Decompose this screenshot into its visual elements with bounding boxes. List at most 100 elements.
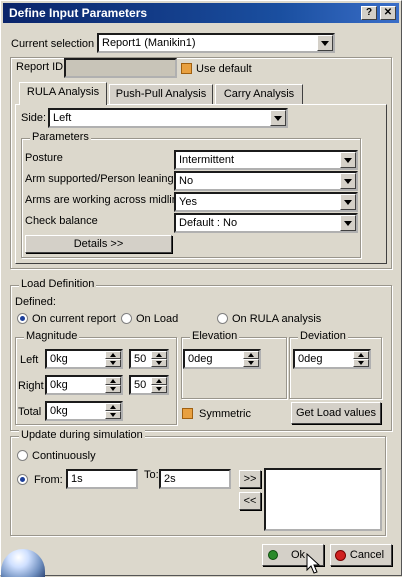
globe-icon (1, 549, 45, 577)
spin-up-icon[interactable] (105, 377, 121, 385)
side-dropdown[interactable]: Left (48, 108, 288, 128)
arms-midline-dropdown[interactable]: Yes (174, 192, 358, 212)
continuously-radio[interactable] (17, 450, 28, 461)
spin-down-icon[interactable] (151, 385, 167, 393)
get-load-values-button[interactable]: Get Load values (291, 402, 381, 424)
add-to-list-label: >> (243, 473, 257, 485)
time-list[interactable] (264, 468, 382, 531)
tab-rula-analysis[interactable]: RULA Analysis (19, 82, 107, 105)
right-percent-field[interactable]: 50 (129, 375, 169, 395)
from-field[interactable]: 1s (66, 469, 138, 489)
from-value: 1s (71, 473, 83, 485)
spin-down-icon[interactable] (105, 411, 121, 419)
tab-label: Push-Pull Analysis (115, 88, 207, 100)
side-label: Side: (21, 112, 47, 124)
chevron-down-icon[interactable] (340, 194, 356, 210)
spin-down-icon[interactable] (105, 385, 121, 393)
remove-from-list-button[interactable]: << (239, 492, 261, 510)
left-percent-field[interactable]: 50 (129, 349, 169, 369)
on-load-radio[interactable] (121, 313, 132, 324)
left-percent-value: 50 (134, 353, 147, 365)
deviation-value: 0deg (298, 353, 323, 365)
on-load-label: On Load (136, 313, 179, 325)
total-load-spinner[interactable] (105, 403, 121, 419)
from-radio[interactable] (17, 474, 28, 485)
spin-up-icon[interactable] (151, 377, 167, 385)
on-rula-analysis-label: On RULA analysis (232, 313, 322, 325)
cancel-button[interactable]: Cancel (330, 544, 392, 566)
chevron-down-icon[interactable] (340, 215, 356, 231)
deviation-spinner[interactable] (353, 351, 369, 367)
left-percent-spinner[interactable] (151, 351, 167, 367)
current-selection-value: Report1 (Manikin1) (102, 37, 196, 49)
side-value: Left (53, 112, 72, 124)
arms-midline-value: Yes (179, 196, 197, 208)
spin-up-icon[interactable] (243, 351, 259, 359)
tab-push-pull-analysis[interactable]: Push-Pull Analysis (109, 84, 213, 104)
get-load-values-label: Get Load values (295, 407, 377, 419)
total-load-field[interactable]: 0kg (45, 401, 123, 421)
spin-down-icon[interactable] (105, 359, 121, 367)
check-balance-label: Check balance (25, 215, 98, 227)
spin-up-icon[interactable] (105, 351, 121, 359)
to-label: To: (144, 469, 159, 481)
spin-up-icon[interactable] (353, 351, 369, 359)
on-rula-analysis-radio[interactable] (217, 313, 228, 324)
cancel-label: Cancel (349, 549, 385, 561)
left-load-label: Left (20, 354, 39, 366)
add-to-list-button[interactable]: >> (239, 470, 261, 488)
right-percent-spinner[interactable] (151, 377, 167, 393)
arm-supported-dropdown[interactable]: No (174, 171, 358, 191)
spin-down-icon[interactable] (243, 359, 259, 367)
tab-carry-analysis[interactable]: Carry Analysis (215, 84, 303, 104)
right-load-spinner[interactable] (105, 377, 121, 393)
magnitude-title: Magnitude (24, 330, 80, 342)
help-button[interactable]: ? (361, 6, 377, 20)
right-load-label: Right (18, 380, 44, 392)
chevron-down-icon[interactable] (270, 110, 286, 126)
elevation-field[interactable]: 0deg (183, 349, 261, 369)
use-default-checkbox[interactable] (181, 63, 192, 74)
tab-label: RULA Analysis (26, 86, 100, 98)
current-selection-dropdown[interactable]: Report1 (Manikin1) (97, 33, 335, 53)
report-id-field[interactable] (64, 58, 177, 78)
use-default-label: Use default (196, 63, 252, 75)
title-bar[interactable]: Define Input Parameters ? ✕ (3, 3, 399, 23)
on-current-report-radio[interactable] (17, 313, 28, 324)
details-button[interactable]: Details >> (25, 235, 172, 253)
total-load-value: 0kg (50, 405, 68, 417)
dialog-window: Define Input Parameters ? ✕ Current sele… (0, 0, 402, 577)
from-label: From: (34, 474, 63, 486)
symmetric-checkbox[interactable] (182, 408, 193, 419)
right-load-value: 0kg (50, 379, 68, 391)
check-balance-value: Default : No (179, 217, 238, 229)
close-button[interactable]: ✕ (380, 6, 396, 20)
arm-supported-label: Arm supported/Person leaning (25, 173, 174, 185)
check-balance-dropdown[interactable]: Default : No (174, 213, 358, 233)
chevron-down-icon[interactable] (340, 173, 356, 189)
right-load-field[interactable]: 0kg (45, 375, 123, 395)
to-field[interactable]: 2s (159, 469, 231, 489)
deviation-field[interactable]: 0deg (293, 349, 371, 369)
chevron-down-icon[interactable] (340, 152, 356, 168)
defined-label: Defined: (15, 296, 56, 308)
report-id-label: Report ID: (16, 61, 67, 73)
details-label: Details >> (73, 238, 124, 250)
elevation-title: Elevation (190, 330, 240, 342)
left-load-spinner[interactable] (105, 351, 121, 367)
left-load-field[interactable]: 0kg (45, 349, 123, 369)
mouse-cursor-icon (306, 553, 321, 574)
posture-label: Posture (25, 152, 63, 164)
spin-down-icon[interactable] (353, 359, 369, 367)
posture-dropdown[interactable]: Intermittent (174, 150, 358, 170)
posture-value: Intermittent (179, 154, 235, 166)
spin-down-icon[interactable] (151, 359, 167, 367)
spin-up-icon[interactable] (151, 351, 167, 359)
spin-up-icon[interactable] (105, 403, 121, 411)
chevron-down-icon[interactable] (317, 35, 333, 51)
right-percent-value: 50 (134, 379, 147, 391)
remove-from-list-label: << (243, 495, 257, 507)
elevation-spinner[interactable] (243, 351, 259, 367)
on-current-report-label: On current report (32, 313, 116, 325)
tab-label: Carry Analysis (223, 88, 295, 100)
